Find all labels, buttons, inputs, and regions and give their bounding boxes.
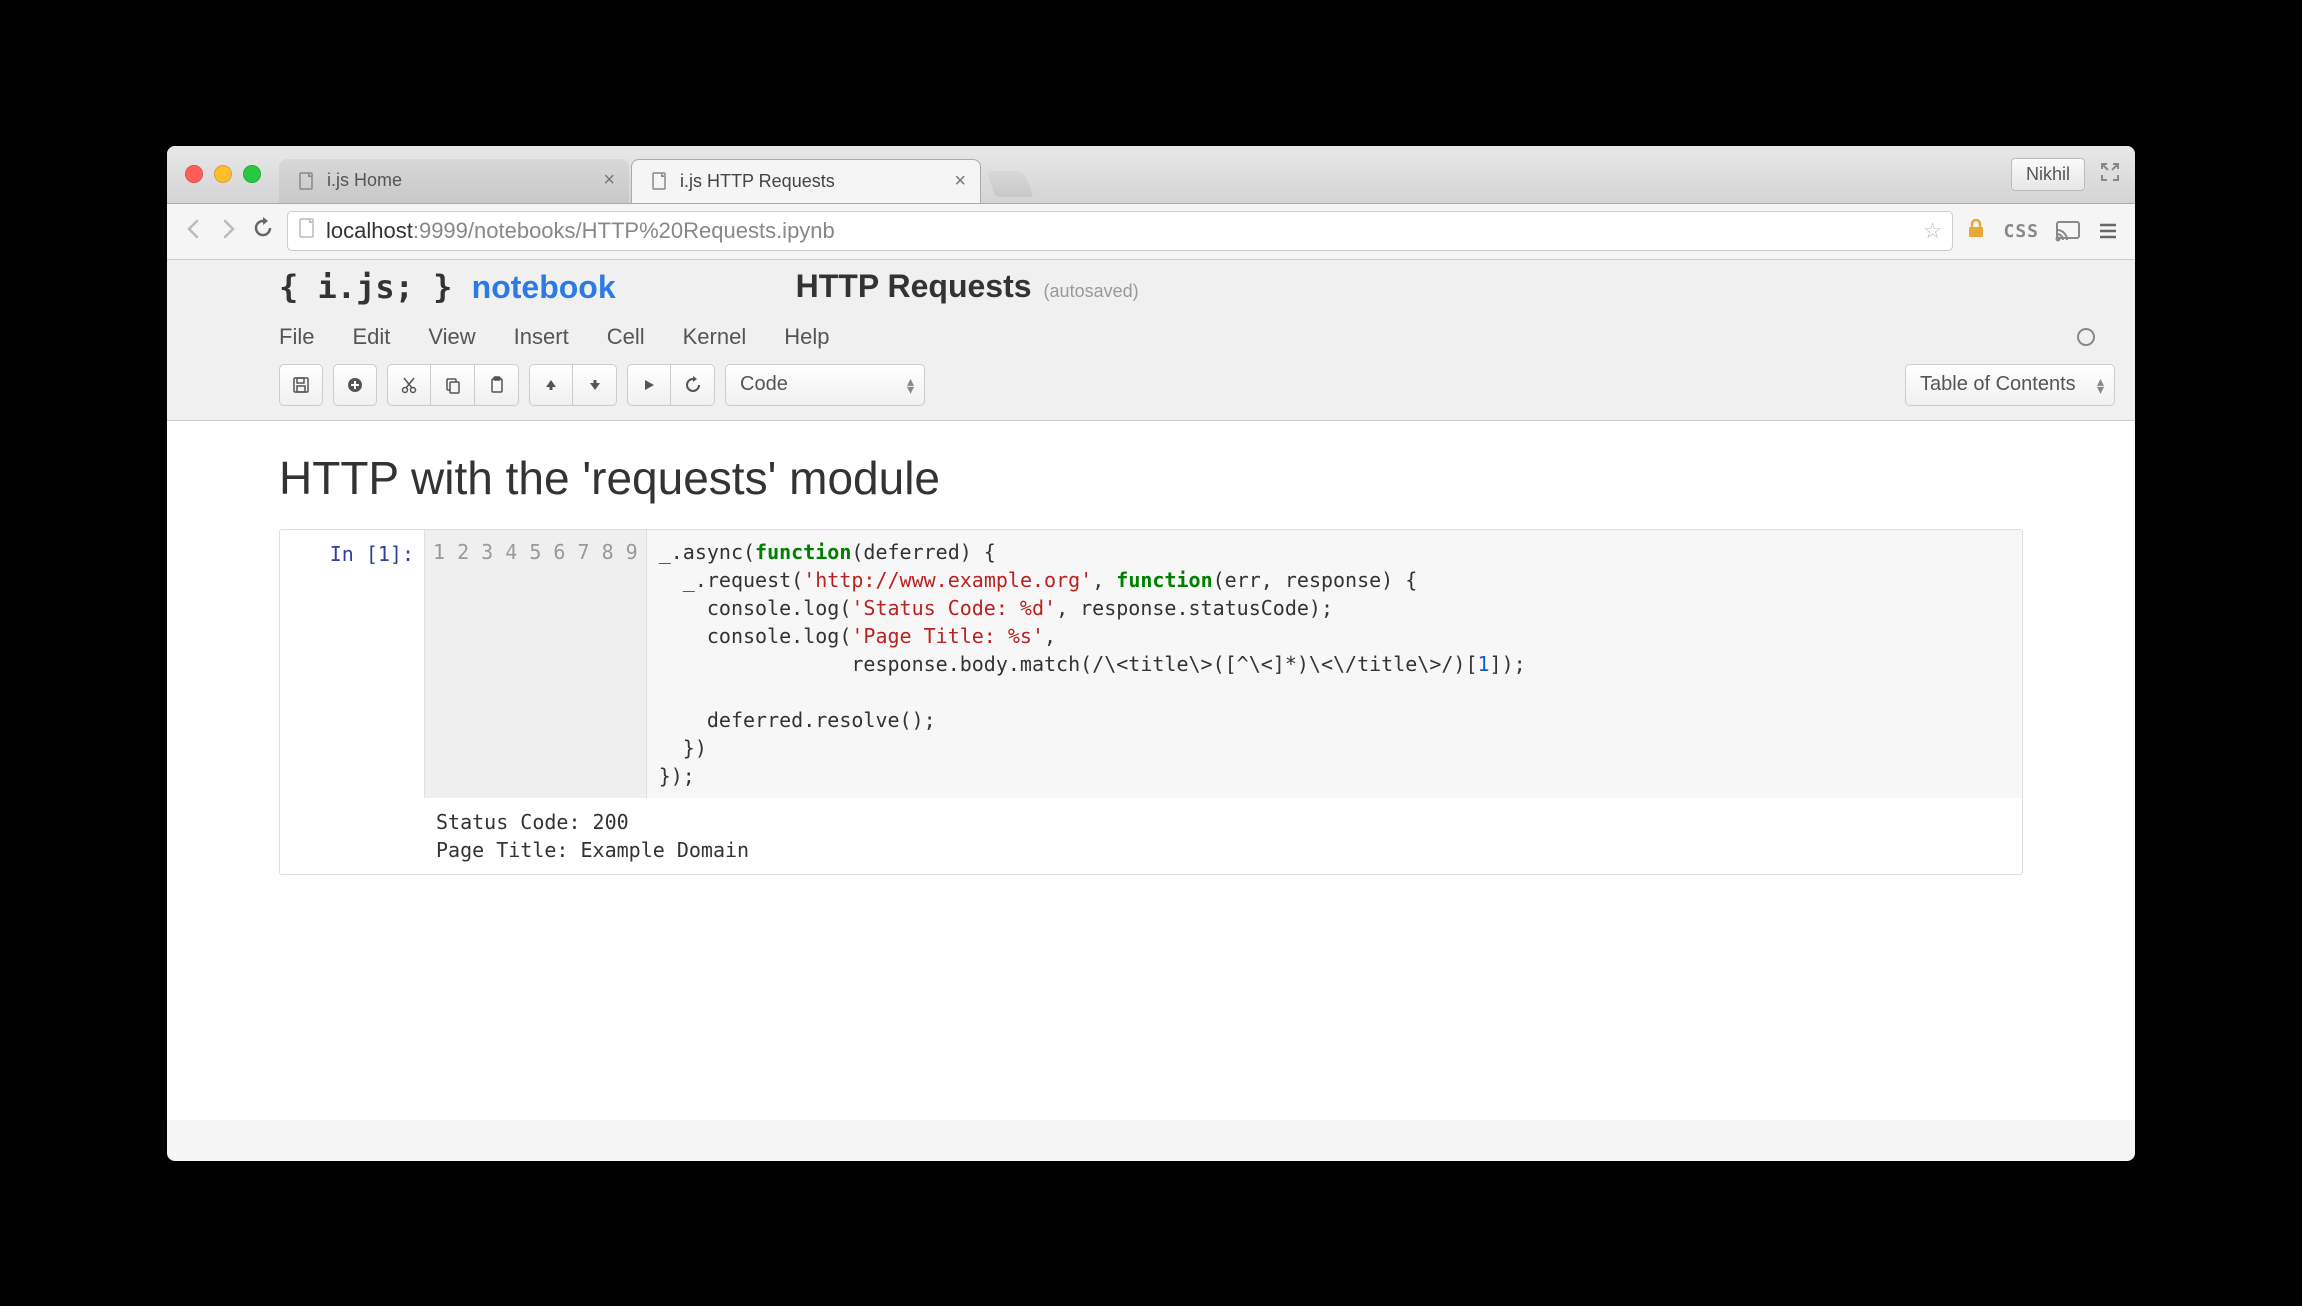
favicon-icon	[297, 171, 317, 191]
cell-type-value: Code	[740, 373, 788, 396]
chrome-right-controls: Nikhil	[2011, 158, 2135, 191]
reload-button[interactable]	[251, 216, 275, 247]
select-caret-icon: ▴▾	[907, 377, 914, 393]
line-number-gutter: 1 2 3 4 5 6 7 8 9	[425, 530, 647, 798]
autosave-status: (autosaved)	[1044, 281, 1139, 302]
url-path: /notebooks/HTTP%20Requests.ipynb	[468, 218, 835, 244]
menu-help[interactable]: Help	[784, 324, 829, 350]
notebook-menubar: File Edit View Insert Cell Kernel Help	[167, 310, 2135, 364]
code-cell[interactable]: In [1]: 1 2 3 4 5 6 7 8 9 _.async(functi…	[279, 529, 2023, 875]
run-button[interactable]	[627, 364, 671, 406]
notebook-header: { i.js; } notebook HTTP Requests (autosa…	[167, 260, 2135, 421]
bookmark-star-icon[interactable]: ☆	[1923, 218, 1943, 244]
cell-output-area: Status Code: 200 Page Title: Example Dom…	[280, 798, 2022, 874]
cast-icon[interactable]	[2055, 220, 2081, 242]
menu-file[interactable]: File	[279, 324, 314, 350]
menu-kernel[interactable]: Kernel	[683, 324, 747, 350]
kernel-status-indicator	[2077, 328, 2095, 346]
notebook-title[interactable]: HTTP Requests	[796, 268, 1032, 305]
page-icon	[298, 217, 316, 245]
toc-select[interactable]: Table of Contents ▴▾	[1905, 364, 2115, 406]
input-prompt: In [1]:	[280, 530, 424, 798]
browser-tab-inactive[interactable]: i.js Home ×	[279, 159, 629, 203]
tab-title: i.js HTTP Requests	[680, 171, 835, 192]
menu-view[interactable]: View	[428, 324, 475, 350]
url-port: :9999	[413, 218, 468, 244]
lock-extension-icon[interactable]	[1965, 217, 1987, 245]
menu-insert[interactable]: Insert	[514, 324, 569, 350]
new-tab-button[interactable]	[986, 171, 1033, 197]
cell-input-area: In [1]: 1 2 3 4 5 6 7 8 9 _.async(functi…	[280, 530, 2022, 798]
cut-button[interactable]	[387, 364, 431, 406]
paste-button[interactable]	[475, 364, 519, 406]
window-titlebar: i.js Home × i.js HTTP Requests × Nikhil	[167, 146, 2135, 204]
browser-window: i.js Home × i.js HTTP Requests × Nikhil	[167, 146, 2135, 1161]
url-host: localhost	[326, 218, 413, 244]
add-cell-button[interactable]	[333, 364, 377, 406]
minimize-window-button[interactable]	[214, 165, 232, 183]
tab-title: i.js Home	[327, 170, 402, 191]
close-tab-icon[interactable]: ×	[954, 170, 966, 193]
browser-tabs: i.js Home × i.js HTTP Requests ×	[279, 146, 1029, 203]
menu-edit[interactable]: Edit	[352, 324, 390, 350]
close-tab-icon[interactable]: ×	[603, 169, 615, 192]
toc-label: Table of Contents	[1920, 373, 2076, 396]
brand-prefix: { i.js; }	[279, 268, 452, 306]
window-controls	[167, 165, 261, 183]
restart-button[interactable]	[671, 364, 715, 406]
move-down-button[interactable]	[573, 364, 617, 406]
profile-button[interactable]: Nikhil	[2011, 158, 2085, 191]
favicon-icon	[650, 171, 670, 191]
copy-button[interactable]	[431, 364, 475, 406]
markdown-heading: HTTP with the 'requests' module	[279, 451, 2023, 505]
close-window-button[interactable]	[185, 165, 203, 183]
hamburger-menu-icon[interactable]	[2097, 220, 2119, 242]
select-caret-icon: ▴▾	[2097, 377, 2104, 393]
cell-type-select[interactable]: Code ▴▾	[725, 364, 925, 406]
brand-suffix: notebook	[472, 269, 616, 305]
code-text[interactable]: _.async(function(deferred) { _.request('…	[647, 530, 1538, 798]
zoom-window-button[interactable]	[243, 165, 261, 183]
save-button[interactable]	[279, 364, 323, 406]
browser-tab-active[interactable]: i.js HTTP Requests ×	[631, 159, 981, 203]
forward-button[interactable]	[217, 216, 239, 247]
browser-toolbar: localhost:9999/notebooks/HTTP%20Requests…	[167, 204, 2135, 260]
menu-cell[interactable]: Cell	[607, 324, 645, 350]
address-bar[interactable]: localhost:9999/notebooks/HTTP%20Requests…	[287, 211, 1953, 251]
back-button[interactable]	[183, 216, 205, 247]
notebook-content[interactable]: HTTP with the 'requests' module In [1]: …	[167, 421, 2135, 1120]
extension-icons: CSS	[1965, 217, 2119, 245]
code-editor[interactable]: 1 2 3 4 5 6 7 8 9 _.async(function(defer…	[424, 530, 2022, 798]
notebook-brand[interactable]: { i.js; } notebook	[279, 268, 616, 306]
css-extension-icon[interactable]: CSS	[2003, 221, 2039, 242]
output-text: Status Code: 200 Page Title: Example Dom…	[424, 798, 761, 874]
notebook-toolbar: Code ▴▾ Table of Contents ▴▾	[167, 364, 2135, 420]
fullscreen-icon[interactable]	[2099, 161, 2121, 188]
move-up-button[interactable]	[529, 364, 573, 406]
